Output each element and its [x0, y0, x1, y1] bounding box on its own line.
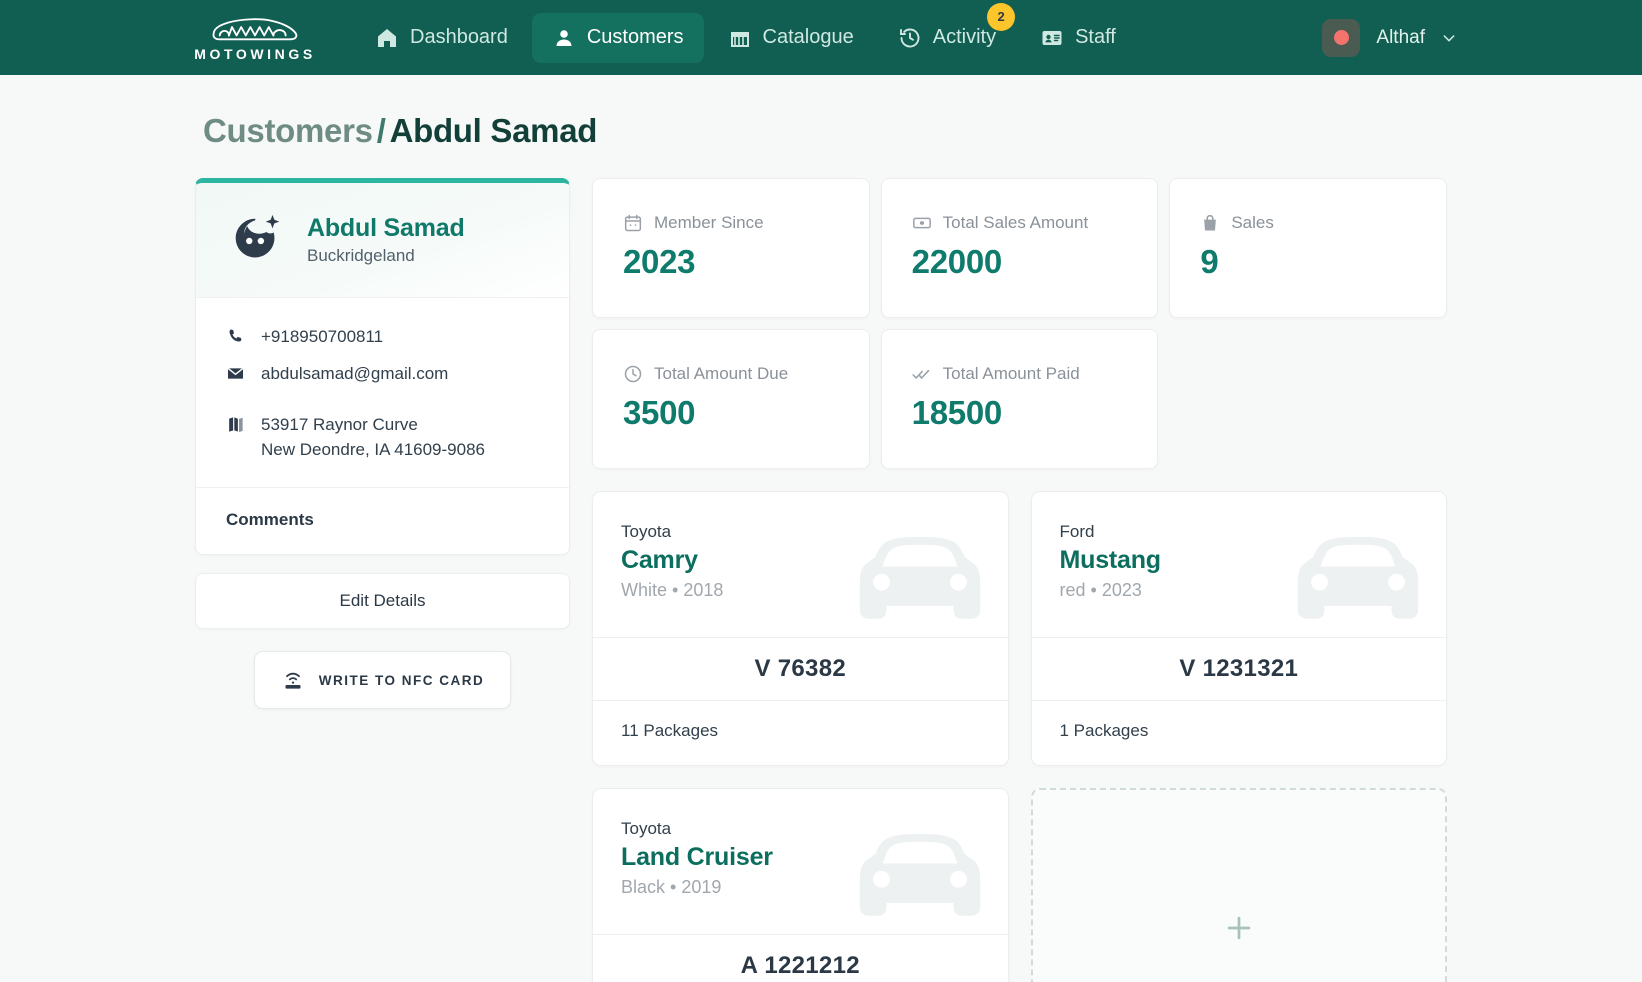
brand-logo[interactable]: MOTOWINGS [194, 14, 316, 62]
id-badge-icon [1040, 26, 1064, 50]
phone-icon [226, 327, 245, 346]
comments-title: Comments [226, 510, 314, 530]
phone-row[interactable]: +918950700811 [226, 324, 539, 350]
customer-main-panel: Member Since 2023 Total Sales Amount 220… [592, 178, 1447, 982]
stat-label-total-amount-due: Total Amount Due [654, 364, 789, 383]
history-clock-icon [898, 26, 922, 50]
storefront-icon [728, 26, 752, 50]
top-navigation-bar: MOTOWINGS Dashboard Customers Catalogue [0, 0, 1642, 75]
vehicle-plate: A 1221212 [593, 934, 1008, 982]
mail-icon [226, 364, 245, 383]
user-menu[interactable]: Althaf [1322, 0, 1457, 75]
vehicle-grid: Toyota Camry White • 2018 V 76382 11 Pac… [592, 491, 1447, 982]
nav-label-staff: Staff [1075, 26, 1116, 48]
vehicle-card-land-cruiser[interactable]: Toyota Land Cruiser Black • 2019 A 12212… [592, 788, 1009, 982]
add-vehicle-card[interactable] [1030, 788, 1447, 982]
contact-details: +918950700811 abdulsamad@gmail.com 53917… [196, 298, 569, 489]
banknote-icon [912, 213, 932, 233]
stat-card-total-sales-amount: Total Sales Amount 22000 [880, 178, 1159, 318]
car-front-icon [846, 822, 994, 930]
edit-details-button[interactable]: Edit Details [195, 573, 570, 630]
address-row: 53917 Raynor Curve New Deondre, IA 41609-… [226, 412, 539, 464]
activity-badge: 2 [987, 2, 1016, 31]
vehicle-card-camry[interactable]: Toyota Camry White • 2018 V 76382 11 Pac… [592, 491, 1009, 766]
nav-label-dashboard: Dashboard [410, 26, 508, 48]
breadcrumb: Customers / Abdul Samad [195, 75, 1447, 178]
nav-item-dashboard[interactable]: Dashboard [355, 13, 528, 63]
avatar-dot-icon [1333, 30, 1349, 45]
nav-item-activity[interactable]: Activity 2 [878, 2, 1016, 63]
clock-icon [623, 364, 643, 384]
nav-label-activity: Activity [932, 26, 997, 48]
content-layout: Abdul Samad Buckridgeland +918950700811 [195, 178, 1447, 982]
vehicle-packages: 1 Packages [1059, 721, 1149, 740]
stat-value-total-amount-paid: 18500 [911, 394, 1003, 431]
address-line2: New Deondre, IA 41609-9086 [261, 440, 485, 460]
nav-label-customers: Customers [586, 26, 684, 48]
plus-icon [1222, 911, 1256, 945]
profile-header: Abdul Samad Buckridgeland [196, 183, 569, 298]
stat-label-total-sales-amount: Total Sales Amount [942, 213, 1089, 232]
vehicle-packages: 11 Packages [621, 721, 719, 740]
calendar-icon [623, 213, 643, 233]
phone-value: +918950700811 [261, 327, 384, 346]
vehicle-card-mustang[interactable]: Ford Mustang red • 2023 V 1231321 1 Pack… [1030, 491, 1447, 766]
stat-label-sales: Sales [1231, 213, 1274, 232]
nfc-contactless-icon [281, 668, 305, 692]
stat-label-member-since: Member Since [654, 213, 764, 232]
stat-label-total-amount-paid: Total Amount Paid [942, 364, 1080, 383]
nfc-button-label: WRITE TO NFC CARD [318, 672, 485, 688]
car-wave-logo-icon [209, 14, 301, 44]
shopping-bag-icon [1200, 213, 1220, 233]
home-icon [375, 26, 399, 50]
chevron-down-icon[interactable] [1441, 30, 1457, 46]
stat-value-total-sales-amount: 22000 [911, 243, 1003, 280]
stat-card-member-since: Member Since 2023 [592, 178, 870, 318]
nav-items: Dashboard Customers Catalogue Activity 2 [355, 2, 1136, 63]
address-value: 53917 Raynor Curve New Deondre, IA 41609-… [261, 412, 485, 464]
nav-label-catalogue: Catalogue [762, 26, 854, 48]
customer-profile-card: Abdul Samad Buckridgeland +918950700811 [195, 178, 570, 556]
breadcrumb-separator: / [376, 112, 386, 149]
nfc-button-wrap: WRITE TO NFC CARD [195, 651, 570, 710]
brand-name-label: MOTOWINGS [194, 45, 316, 62]
car-front-icon [1284, 525, 1432, 633]
page-body: Customers / Abdul Samad Abdul Samad Buck… [0, 75, 1642, 982]
double-check-icon [912, 364, 932, 384]
address-line1: 53917 Raynor Curve [261, 414, 418, 434]
nav-item-customers[interactable]: Customers [531, 12, 704, 63]
map-icon [226, 415, 245, 434]
stat-value-sales: 9 [1200, 243, 1219, 280]
face-sparkle-avatar-icon [226, 209, 288, 271]
write-to-nfc-card-button[interactable]: WRITE TO NFC CARD [253, 651, 512, 710]
customer-place: Buckridgeland [307, 246, 415, 265]
stats-grid: Member Since 2023 Total Sales Amount 220… [592, 178, 1447, 469]
avatar[interactable] [1322, 18, 1361, 57]
car-front-icon [846, 525, 994, 633]
vehicle-plate: V 76382 [593, 637, 1008, 701]
customer-name: Abdul Samad [307, 214, 465, 242]
stat-value-member-since: 2023 [623, 243, 696, 280]
customer-sidebar: Abdul Samad Buckridgeland +918950700811 [195, 178, 570, 710]
nav-item-catalogue[interactable]: Catalogue [708, 13, 874, 63]
stat-card-total-amount-paid: Total Amount Paid 18500 [880, 329, 1159, 469]
person-icon [552, 26, 576, 50]
vehicle-plate: V 1231321 [1031, 637, 1446, 701]
email-value: abdulsamad@gmail.com [261, 363, 449, 383]
nav-item-staff[interactable]: Staff [1020, 13, 1136, 63]
user-name-label: Althaf [1376, 26, 1425, 48]
comments-section: Comments [196, 488, 569, 554]
email-row[interactable]: abdulsamad@gmail.com [226, 361, 539, 387]
stat-card-total-amount-due: Total Amount Due 3500 [592, 329, 870, 469]
breadcrumb-parent[interactable]: Customers [203, 112, 373, 149]
breadcrumb-current: Abdul Samad [389, 112, 598, 149]
stat-value-total-amount-due: 3500 [623, 394, 696, 431]
stat-card-sales: Sales 9 [1169, 178, 1447, 318]
